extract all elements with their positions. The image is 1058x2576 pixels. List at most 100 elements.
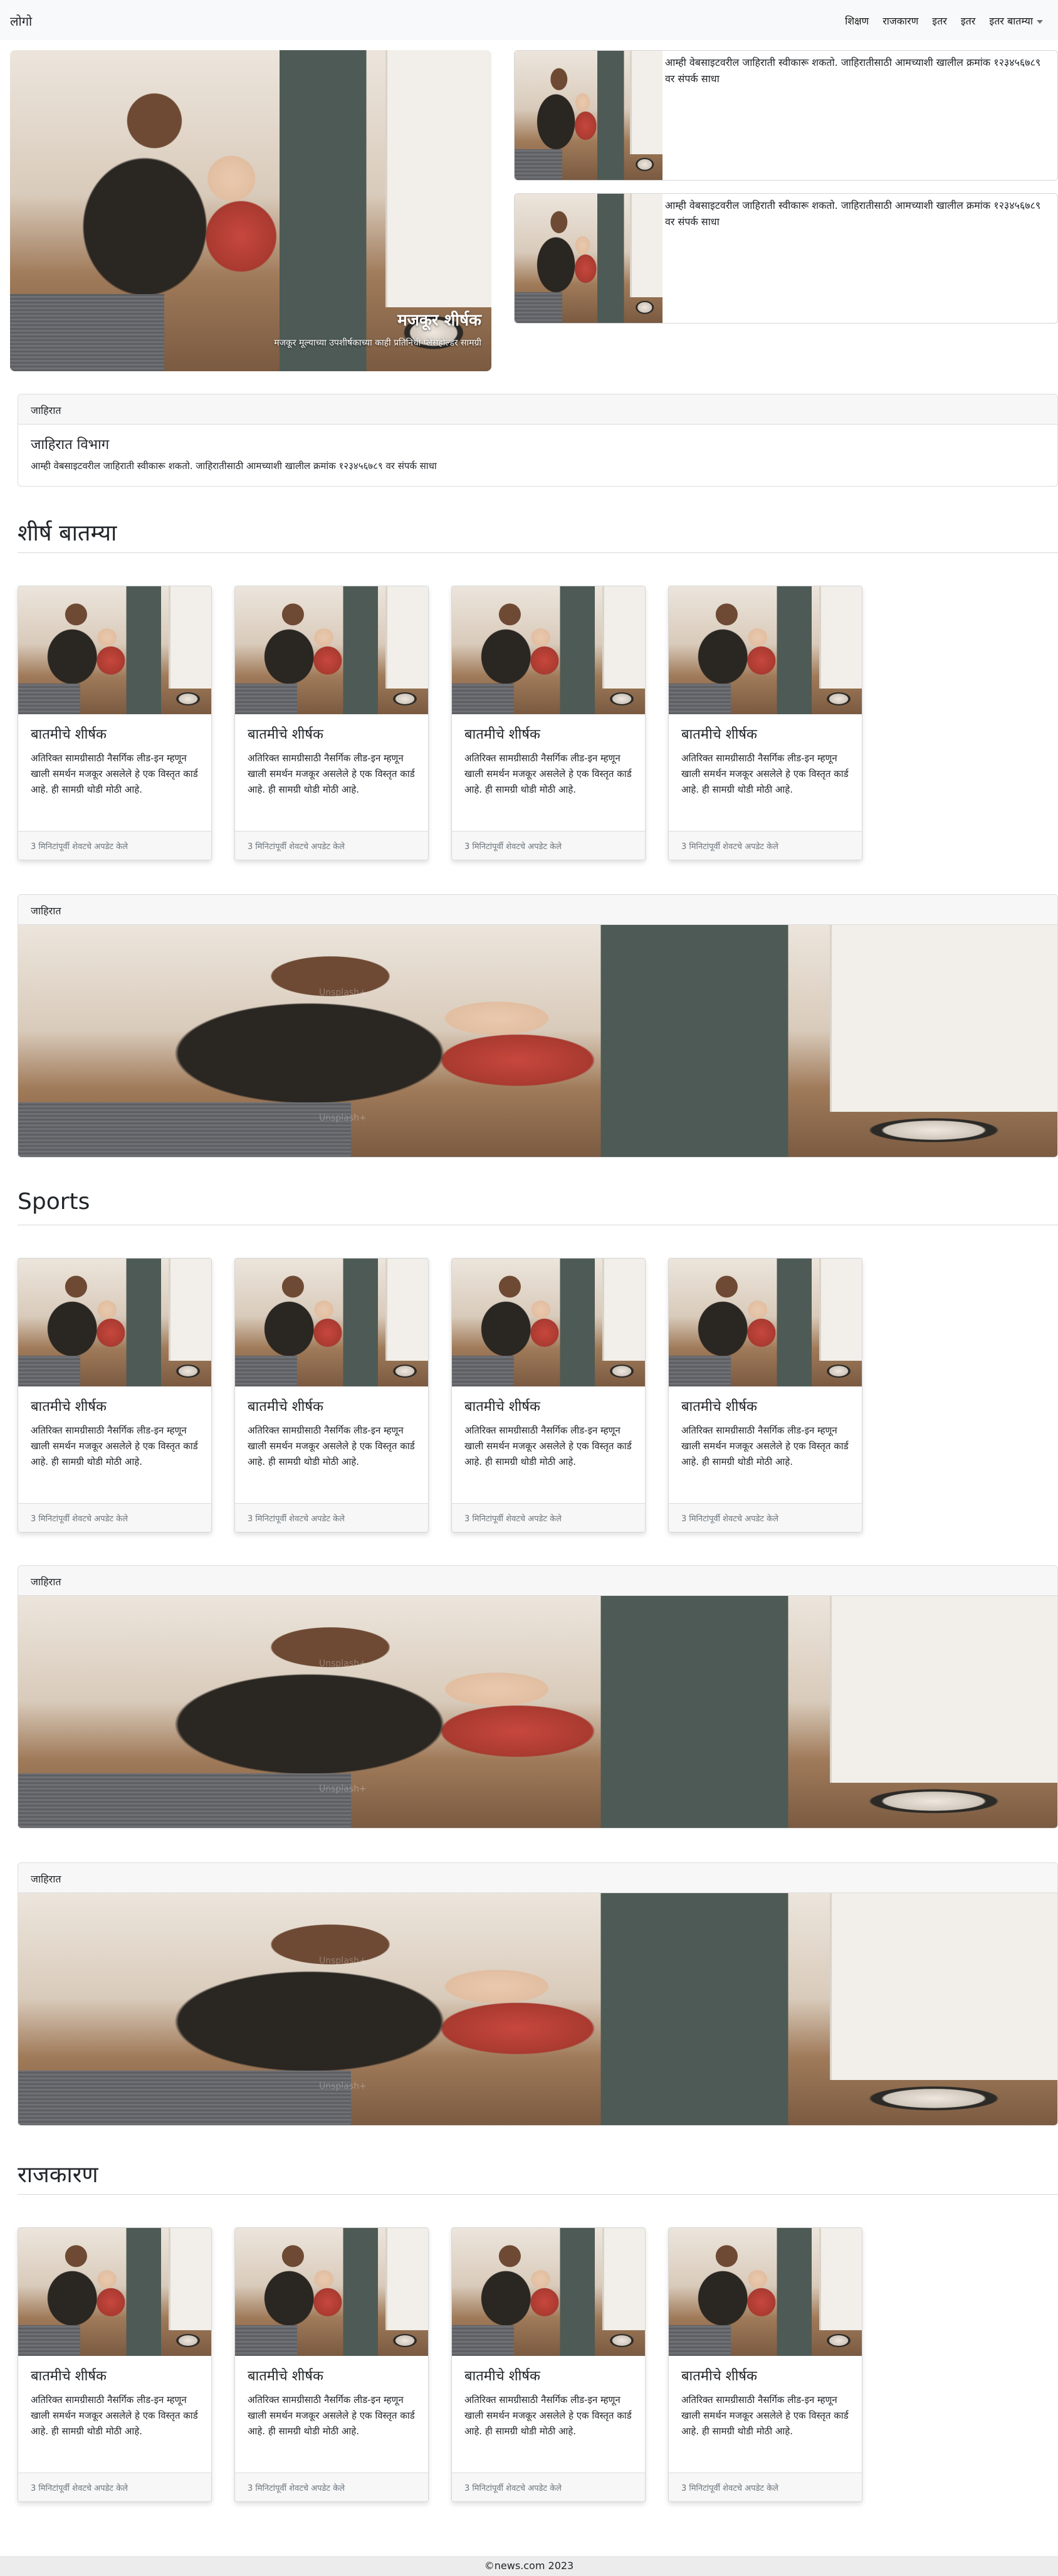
news-card[interactable]: बातमीचे शीर्षक अतिरिक्त सामग्रीसाठी नैसर्… bbox=[18, 2227, 212, 2502]
image-ad-2[interactable]: जाहिरात Unsplash+ Unsplash+ bbox=[18, 1565, 1058, 1829]
hero-image-detail bbox=[10, 294, 164, 371]
image-ad-1[interactable]: जाहिरात Unsplash+ Unsplash+ bbox=[18, 894, 1058, 1158]
image-detail bbox=[385, 2228, 428, 2331]
image-detail bbox=[169, 1259, 211, 1361]
image-detail bbox=[18, 1102, 352, 1157]
news-card-footer: 3 मिनिटांपूर्वी शेवटचे अपडेट केले bbox=[452, 1503, 645, 1532]
image-detail bbox=[829, 925, 1057, 1112]
image-detail bbox=[18, 1356, 80, 1386]
nav-link-other-1[interactable]: इतर bbox=[932, 14, 947, 28]
image-detail bbox=[819, 2228, 862, 2331]
side-news-card[interactable]: आम्ही वेबसाइटवरील जाहिराती स्वीकारू शकतो… bbox=[514, 50, 1058, 181]
image-detail bbox=[235, 2325, 297, 2356]
hero-subtitle: मजकूर मूल्याच्या उपशीर्षकाच्या काही प्रत… bbox=[274, 338, 481, 348]
news-card-footer: 3 मिनिटांपूर्वी शेवटचे अपडेट केले bbox=[18, 2473, 211, 2501]
watermark-text: Unsplash+ bbox=[319, 1956, 367, 1966]
image-detail bbox=[630, 194, 663, 297]
news-card-title: बातमीचे शीर्षक bbox=[248, 727, 323, 742]
image-detail bbox=[452, 1356, 514, 1386]
section-title-sports: Sports bbox=[18, 1188, 1058, 1225]
news-card-body: अतिरिक्त सामग्रीसाठी नैसर्गिक लीड-इन म्ह… bbox=[681, 1425, 849, 1467]
brand-logo[interactable]: लोगो bbox=[10, 13, 32, 29]
news-card-image bbox=[18, 586, 211, 714]
news-card-image bbox=[235, 1259, 428, 1386]
news-card[interactable]: बातमीचे शीर्षक अतिरिक्त सामग्रीसाठी नैसर्… bbox=[234, 586, 429, 860]
news-card-title: बातमीचे शीर्षक bbox=[681, 2368, 757, 2384]
image-detail bbox=[819, 586, 862, 689]
news-card-image bbox=[669, 1259, 862, 1386]
image-detail bbox=[515, 149, 562, 180]
news-card[interactable]: बातमीचे शीर्षक अतिरिक्त सामग्रीसाठी नैसर्… bbox=[668, 2227, 862, 2502]
side-card-image bbox=[515, 194, 663, 323]
news-card-image bbox=[235, 2228, 428, 2356]
news-card[interactable]: बातमीचे शीर्षक अतिरिक्त सामग्रीसाठी नैसर्… bbox=[451, 1258, 646, 1533]
news-card-image bbox=[669, 2228, 862, 2356]
news-card[interactable]: बातमीचे शीर्षक अतिरिक्त सामग्रीसाठी नैसर्… bbox=[668, 1258, 862, 1533]
news-card[interactable]: बातमीचे शीर्षक अतिरिक्त सामग्रीसाठी नैसर्… bbox=[234, 1258, 429, 1533]
news-card[interactable]: बातमीचे शीर्षक अतिरिक्त सामग्रीसाठी नैसर्… bbox=[18, 1258, 212, 1533]
hero-caption: मजकूर शीर्षक मजकूर मूल्याच्या उपशीर्षकाच… bbox=[274, 308, 481, 349]
news-card-title: बातमीचे शीर्षक bbox=[681, 727, 757, 742]
news-card-body: अतिरिक्त सामग्रीसाठी नैसर्गिक लीड-इन म्ह… bbox=[464, 752, 632, 795]
news-card-title: बातमीचे शीर्षक bbox=[464, 1399, 540, 1415]
image-detail bbox=[669, 1356, 731, 1386]
news-card-body: अतिरिक्त सामग्रीसाठी नैसर्गिक लीड-इन म्ह… bbox=[248, 2394, 415, 2437]
news-card-footer: 3 मिनिटांपूर्वी शेवटचे अपडेट केले bbox=[18, 831, 211, 860]
news-card-image bbox=[18, 2228, 211, 2356]
nav-link-politics[interactable]: राजकारण bbox=[883, 14, 918, 28]
image-detail bbox=[602, 1259, 645, 1361]
news-card-title: बातमीचे शीर्षक bbox=[31, 2368, 107, 2384]
news-card-title: बातमीचे शीर्षक bbox=[248, 1399, 323, 1415]
side-card-text: आम्ही वेबसाइटवरील जाहिराती स्वीकारू शकतो… bbox=[665, 199, 1041, 228]
news-card-body: अतिरिक्त सामग्रीसाठी नैसर्गिक लीड-इन म्ह… bbox=[464, 1425, 632, 1467]
ad-banner-image: Unsplash+ Unsplash+ bbox=[18, 925, 1057, 1157]
news-card-body: अतिरिक्त सामग्रीसाठी नैसर्गिक लीड-इन म्ह… bbox=[681, 752, 849, 795]
image-detail bbox=[18, 2325, 80, 2356]
image-detail bbox=[452, 2325, 514, 2356]
nav-link-other-2[interactable]: इतर bbox=[961, 14, 976, 28]
image-detail bbox=[602, 586, 645, 689]
hero-title: मजकूर शीर्षक bbox=[397, 311, 481, 330]
side-news-card[interactable]: आम्ही वेबसाइटवरील जाहिराती स्वीकारू शकतो… bbox=[514, 193, 1058, 324]
image-detail bbox=[630, 51, 663, 154]
nav-dropdown-label: इतर बातम्या bbox=[989, 15, 1033, 27]
news-card-body: अतिरिक्त सामग्रीसाठी नैसर्गिक लीड-इन म्ह… bbox=[31, 752, 198, 795]
news-card-body: अतिरिक्त सामग्रीसाठी नैसर्गिक लीड-इन म्ह… bbox=[464, 2394, 632, 2437]
news-card-image bbox=[669, 586, 862, 714]
footer-copyright: ©news.com 2023 bbox=[0, 2556, 1058, 2576]
nav-dropdown-other-news[interactable]: इतर बातम्या bbox=[989, 14, 1043, 28]
image-detail bbox=[18, 684, 80, 714]
news-card[interactable]: बातमीचे शीर्षक अतिरिक्त सामग्रीसाठी नैसर्… bbox=[18, 586, 212, 860]
nav-link-education[interactable]: शिक्षण bbox=[845, 14, 869, 28]
ad-section: जाहिरात जाहिरात विभाग आम्ही वेबसाइटवरील … bbox=[18, 394, 1058, 487]
news-card[interactable]: बातमीचे शीर्षक अतिरिक्त सामग्रीसाठी नैसर्… bbox=[668, 586, 862, 860]
news-card-body: अतिरिक्त सामग्रीसाठी नैसर्गिक लीड-इन म्ह… bbox=[248, 752, 415, 795]
section-title-top-news: शीर्ष बातम्या bbox=[18, 515, 1058, 553]
watermark-text: Unsplash+ bbox=[319, 1659, 367, 1669]
news-card-image bbox=[452, 586, 645, 714]
news-card-footer: 3 मिनिटांपूर्वी शेवटचे अपडेट केले bbox=[235, 2473, 428, 2501]
image-detail bbox=[669, 684, 731, 714]
image-detail bbox=[829, 1893, 1057, 2080]
navbar: लोगो शिक्षण राजकारण इतर इतर इतर बातम्या bbox=[0, 0, 1058, 40]
news-card[interactable]: बातमीचे शीर्षक अतिरिक्त सामग्रीसाठी नैसर्… bbox=[451, 2227, 646, 2502]
news-card-title: बातमीचे शीर्षक bbox=[31, 1399, 107, 1415]
news-card-title: बातमीचे शीर्षक bbox=[464, 2368, 540, 2384]
chevron-down-icon bbox=[1037, 19, 1043, 24]
watermark-text: Unsplash+ bbox=[319, 2081, 367, 2091]
ad-description: आम्ही वेबसाइटवरील जाहिराती स्वीकारू शकतो… bbox=[31, 460, 437, 472]
image-detail bbox=[602, 2228, 645, 2331]
news-card[interactable]: बातमीचे शीर्षक अतिरिक्त सामग्रीसाठी नैसर्… bbox=[451, 586, 646, 860]
nav-links: शिक्षण राजकारण इतर इतर इतर बातम्या bbox=[845, 14, 1043, 28]
news-card[interactable]: बातमीचे शीर्षक अतिरिक्त सामग्रीसाठी नैसर्… bbox=[234, 2227, 429, 2502]
news-card-body: अतिरिक्त सामग्रीसाठी नैसर्गिक लीड-इन म्ह… bbox=[248, 1425, 415, 1467]
news-card-body: अतिरिक्त सामग्रीसाठी नैसर्गिक लीड-इन म्ह… bbox=[681, 2394, 849, 2437]
hero-carousel[interactable]: मजकूर शीर्षक मजकूर मूल्याच्या उपशीर्षकाच… bbox=[10, 50, 491, 371]
news-card-image bbox=[18, 1259, 211, 1386]
image-ad-3[interactable]: जाहिरात Unsplash+ Unsplash+ bbox=[18, 1862, 1058, 2126]
news-card-title: बातमीचे शीर्षक bbox=[464, 727, 540, 742]
news-card-image bbox=[235, 586, 428, 714]
watermark-text: Unsplash+ bbox=[319, 1113, 367, 1123]
ad-body: जाहिरात विभाग आम्ही वेबसाइटवरील जाहिराती… bbox=[18, 425, 1057, 482]
news-card-footer: 3 मिनिटांपूर्वी शेवटचे अपडेट केले bbox=[669, 831, 862, 860]
